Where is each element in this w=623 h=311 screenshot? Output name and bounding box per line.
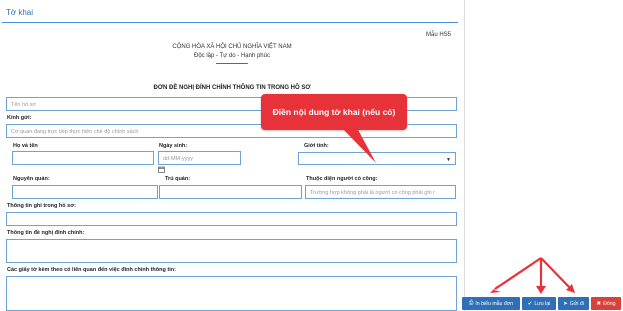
form-code: Mẫu HS5 bbox=[426, 32, 452, 38]
save-button[interactable]: ✔ Lưu lại bbox=[522, 297, 556, 310]
arrowhead-send bbox=[566, 284, 575, 293]
full-name-input[interactable] bbox=[12, 151, 154, 165]
save-label: Lưu lại bbox=[534, 300, 551, 307]
recorded-info-label: Thông tin ghi trong hồ sơ: bbox=[7, 203, 76, 209]
hometown-label: Nguyên quán: bbox=[13, 176, 50, 182]
send-label: Gửi đi bbox=[569, 300, 584, 307]
arrowhead-print bbox=[490, 284, 501, 293]
nation-title: CỘNG HÒA XÃ HỘI CHỦ NGHĨA VIỆT NAM bbox=[172, 44, 292, 50]
arrowhead-save bbox=[536, 286, 546, 294]
birth-date-label: Ngày sinh: bbox=[159, 143, 188, 149]
motto-underline bbox=[216, 63, 248, 64]
birth-date-input[interactable]: dd-MM-yyyy bbox=[158, 151, 241, 165]
arrow-send bbox=[540, 257, 572, 290]
residence-label: Trú quán: bbox=[165, 176, 191, 182]
hometown-input[interactable] bbox=[12, 185, 158, 199]
instruction-callout: Điền nội dung tờ khai (nếu có) bbox=[261, 94, 407, 130]
close-icon: ✖ bbox=[596, 300, 602, 307]
send-icon: ➤ bbox=[563, 300, 568, 307]
close-button[interactable]: ✖ Đóng bbox=[591, 297, 621, 310]
send-to-label: Kính gửi: bbox=[7, 115, 32, 121]
recorded-info-input[interactable] bbox=[6, 212, 457, 226]
panel-title: Tờ khai bbox=[6, 8, 34, 17]
attached-docs-label: Các giấy tờ kèm theo có liên quan đến vi… bbox=[7, 267, 176, 273]
caret-down-icon: ▼ bbox=[446, 157, 451, 163]
check-icon: ✔ bbox=[527, 300, 533, 307]
motto: Độc lập - Tự do - Hạnh phúc bbox=[194, 53, 270, 59]
full-name-label: Họ và tên bbox=[13, 143, 38, 149]
correction-info-textarea[interactable] bbox=[6, 239, 457, 263]
declaration-panel: Tờ khai Mẫu HS5 CỘNG HÒA XÃ HỘI CHỦ NGHĨ… bbox=[0, 0, 465, 311]
send-button[interactable]: ➤ Gửi đi bbox=[558, 297, 589, 310]
title-divider bbox=[2, 22, 458, 23]
attached-docs-textarea[interactable] bbox=[6, 276, 457, 311]
printer-icon: ⎙ bbox=[468, 300, 474, 306]
close-label: Đóng bbox=[603, 300, 616, 307]
arrow-print bbox=[494, 257, 542, 290]
merit-type-input[interactable]: Trường hợp không phải là người có công p… bbox=[305, 185, 456, 199]
print-form-label: In biểu mẫu đơn bbox=[475, 300, 514, 307]
calendar-icon[interactable] bbox=[158, 166, 165, 173]
gender-label: Giới tính: bbox=[304, 143, 329, 149]
print-form-button[interactable]: ⎙ In biểu mẫu đơn bbox=[462, 297, 520, 310]
correction-info-label: Thông tin đề nghị đính chính: bbox=[7, 230, 85, 236]
gender-select[interactable]: ▼ bbox=[298, 152, 456, 165]
merit-type-label: Thuộc diện người có công: bbox=[306, 176, 378, 182]
residence-input[interactable] bbox=[159, 185, 302, 199]
form-title: ĐƠN ĐỀ NGHỊ ĐÍNH CHÍNH THÔNG TIN TRONG H… bbox=[153, 85, 311, 91]
